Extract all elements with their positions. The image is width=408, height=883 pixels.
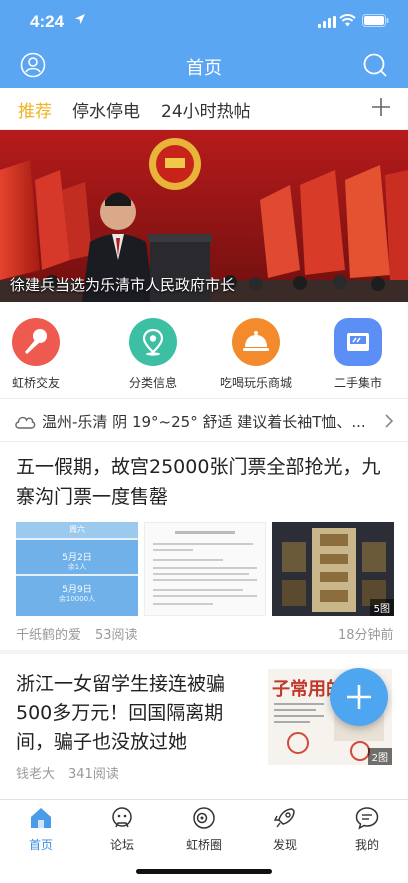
quick-link-dating[interactable]: 虹桥交友 <box>0 318 81 391</box>
nav-forum[interactable]: 论坛 <box>87 806 157 853</box>
divider <box>0 650 408 654</box>
thumbnail-map: 5图 <box>272 522 394 616</box>
image-count-badge: 5图 <box>369 599 394 616</box>
top-bar: 4:24 首页 <box>0 0 408 88</box>
article-author: 钱老大 <box>16 767 56 782</box>
nav-label: 我的 <box>354 838 379 852</box>
forum-icon <box>112 807 132 828</box>
nav-label: 论坛 <box>109 838 134 852</box>
location-arrow-icon <box>75 14 85 24</box>
quick-link-label: 虹桥交友 <box>11 376 60 390</box>
cloche-icon <box>243 331 269 351</box>
plus-icon <box>347 685 371 709</box>
location-pin-icon <box>142 328 164 356</box>
calendar-header: 周六 <box>69 525 85 534</box>
circle-icon <box>193 807 215 829</box>
cloud-icon <box>15 416 36 429</box>
weather-text: 温州-乐清 阴 19°~25° 舒适 建议着长袖T恤、... <box>42 413 366 431</box>
nav-circle[interactable]: 虹桥圈 <box>169 806 239 853</box>
create-post-button[interactable] <box>330 668 388 726</box>
quick-link-circle <box>12 318 60 366</box>
message-icon <box>355 807 379 830</box>
category-tabs: 推荐 停水停电 24小时热帖 <box>0 88 408 130</box>
article-reads: 53阅读 <box>95 628 138 643</box>
home-indicator <box>136 869 272 874</box>
quick-link-circle <box>129 318 177 366</box>
thumbnail-document <box>144 522 266 616</box>
page-title: 首页 <box>186 58 222 79</box>
nav-label: 首页 <box>28 838 53 852</box>
article-time: 18分钟前 <box>338 628 394 643</box>
nav-label: 虹桥圈 <box>185 838 222 852</box>
quick-link-classifieds[interactable]: 分类信息 <box>108 318 198 391</box>
calendar-row: 余10000人 <box>58 595 96 603</box>
shop-icon <box>347 333 369 351</box>
quick-link-circle <box>232 318 280 366</box>
banner-caption: 徐建兵当选为乐清市人民政府市长 <box>10 276 236 294</box>
quick-link-label: 分类信息 <box>128 376 177 390</box>
article-title[interactable]: 五一假期，故宫25000张门票全部抢光，九寨沟门票一度售罄 <box>16 452 396 512</box>
status-time: 4:24 <box>30 12 65 31</box>
weather-row[interactable]: 温州-乐清 阴 19°~25° 舒适 建议着长袖T恤、... <box>0 398 408 442</box>
quick-link-label: 吃喝玩乐商城 <box>219 376 292 390</box>
image-count-badge: 2图 <box>367 748 392 765</box>
news-banner[interactable]: 徐建兵当选为乐清市人民政府市长 <box>0 130 408 302</box>
document-image <box>153 531 257 605</box>
add-tab-icon[interactable] <box>370 96 392 118</box>
home-icon <box>31 808 51 828</box>
nav-discover[interactable]: 发现 <box>250 806 320 853</box>
article-thumbnails[interactable]: 周六 5月2日 余1人 5月9日 余10000人 5图 <box>16 522 394 616</box>
microphone-icon <box>25 329 47 354</box>
search-icon[interactable] <box>362 52 388 78</box>
cellular-signal-icon <box>318 16 336 28</box>
tab-hot-24h[interactable]: 24小时热帖 <box>161 97 251 122</box>
battery-icon <box>362 14 389 27</box>
rocket-icon <box>273 808 295 828</box>
article-author: 千纸鹤的爱 <box>16 628 82 643</box>
chevron-right-icon <box>385 414 394 428</box>
nav-home[interactable]: 首页 <box>6 806 76 853</box>
nav-bar: 首页 <box>0 44 408 88</box>
tab-outage[interactable]: 停水停电 <box>72 97 140 122</box>
quick-link-label: 二手集市 <box>333 376 382 390</box>
nav-me[interactable]: 我的 <box>332 806 402 853</box>
quick-links: 虹桥交友 分类信息 吃喝玩乐商城 二手集市 <box>0 302 408 398</box>
article-reads: 341阅读 <box>68 767 119 782</box>
calendar-row: 余1人 <box>67 563 87 571</box>
quick-link-secondhand[interactable]: 二手集市 <box>313 318 403 391</box>
quick-link-mall[interactable]: 吃喝玩乐商城 <box>211 318 301 391</box>
tab-recommend[interactable]: 推荐 <box>18 97 52 122</box>
thumbnail-calendar: 周六 5月2日 余1人 5月9日 余10000人 <box>16 522 138 616</box>
article-title[interactable]: 浙江一女留学生接连被骗500多万元！回国隔离期间，骗子也没放过她 <box>16 670 256 757</box>
status-bar: 4:24 <box>0 0 408 44</box>
nav-label: 发现 <box>272 838 297 852</box>
quick-link-circle <box>334 318 382 366</box>
wifi-icon <box>339 14 356 27</box>
